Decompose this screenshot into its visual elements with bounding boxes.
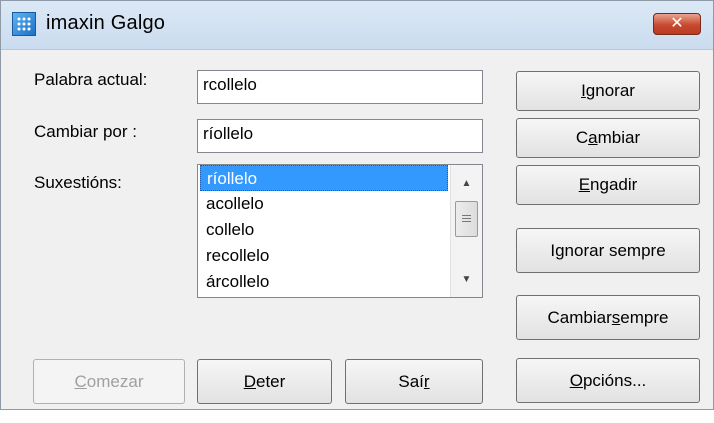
suggestions-list[interactable]: ríollelo acollelo collelo recollelo árco… <box>197 164 483 298</box>
suggestions-scrollbar[interactable]: ▲ ▼ <box>450 165 482 297</box>
access-key: a <box>588 128 598 147</box>
access-key: r <box>423 372 430 391</box>
start-button[interactable]: Comezar <box>33 359 185 404</box>
add-button[interactable]: Engadir <box>516 165 700 205</box>
list-item[interactable]: árcollelo <box>200 269 448 295</box>
button-label: norar sempre <box>564 241 666 260</box>
current-word-label: Palabra actual: <box>34 70 148 89</box>
button-label: omezar <box>86 372 144 391</box>
close-button[interactable]: ✕ <box>653 13 701 35</box>
window-title: imaxin Galgo <box>46 12 166 34</box>
button-label: empre <box>620 308 669 327</box>
button-label: pcións... <box>582 371 647 390</box>
access-key: E <box>578 175 591 194</box>
button-label: gnorar <box>585 81 635 100</box>
change-button[interactable]: Cambiar <box>516 118 700 158</box>
exit-button[interactable]: Saír <box>345 359 483 404</box>
list-item[interactable]: collelo <box>200 217 448 243</box>
title-bar[interactable]: imaxin Galgo ✕ <box>1 1 713 50</box>
access-key: s <box>611 308 621 327</box>
access-key: g <box>555 241 565 260</box>
suggestions-items: ríollelo acollelo collelo recollelo árco… <box>198 165 448 295</box>
spellcheck-window: imaxin Galgo ✕ Palabra actual: rcollelo … <box>0 0 714 410</box>
current-word-field[interactable]: rcollelo <box>197 70 483 104</box>
list-item[interactable]: ríollelo <box>200 165 448 191</box>
scroll-thumb[interactable] <box>455 201 478 237</box>
replace-label: Cambiar por : <box>34 122 137 141</box>
change-all-button[interactable]: Cambiar sempre <box>516 295 700 340</box>
scroll-down-arrow-icon[interactable]: ▼ <box>451 269 482 291</box>
list-item[interactable]: acollelo <box>200 191 448 217</box>
list-item[interactable]: recollelo <box>200 243 448 269</box>
access-key: O <box>569 371 583 390</box>
button-label: mbiar <box>597 128 641 147</box>
scroll-up-arrow-icon[interactable]: ▲ <box>451 173 482 195</box>
replace-field[interactable]: ríollelo <box>197 119 483 153</box>
ignore-all-button[interactable]: Ignorar sempre <box>516 228 700 273</box>
app-icon <box>12 12 36 36</box>
suggestions-label: Suxestións: <box>34 173 122 192</box>
ignore-button[interactable]: Ignorar <box>516 71 700 111</box>
button-label: ngadir <box>590 175 638 194</box>
button-label: C <box>575 128 589 147</box>
close-icon: ✕ <box>670 15 684 32</box>
access-key: D <box>243 372 256 391</box>
button-label: eter <box>255 372 286 391</box>
access-key: C <box>74 372 87 391</box>
button-label: Cambiar <box>547 308 612 327</box>
button-label: Saí <box>398 372 424 391</box>
options-button[interactable]: Opcións... <box>516 358 700 403</box>
stop-button[interactable]: Deter <box>197 359 332 404</box>
